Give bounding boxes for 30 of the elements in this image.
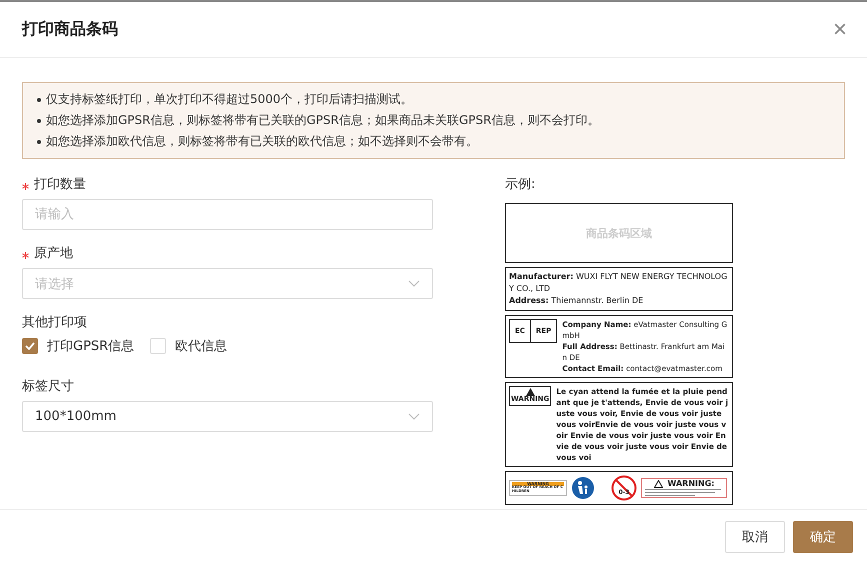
chevron-down-icon bbox=[408, 412, 420, 420]
bullet-icon bbox=[37, 98, 41, 102]
close-button[interactable]: × bbox=[828, 18, 851, 42]
quantity-input[interactable]: 请输入 bbox=[22, 199, 433, 230]
checkbox[interactable]: 打印GPSR信息 bbox=[22, 337, 134, 355]
select-field[interactable]: 100*100mm bbox=[22, 401, 433, 432]
sample-title: 示例: bbox=[505, 176, 536, 193]
confirm-button[interactable]: 确定 bbox=[793, 520, 853, 552]
checkmark-icon bbox=[25, 342, 35, 350]
required-asterisk-icon bbox=[22, 252, 29, 258]
dialog-title: 打印商品条码 bbox=[22, 19, 118, 40]
field-label: 打印数量 bbox=[34, 176, 86, 193]
notice-line: 如您选择添加欧代信息，则标签将带有已关联的欧代信息；如不选择则不会带有。 bbox=[46, 133, 478, 150]
warning-panel: WARNING: bbox=[641, 478, 727, 498]
field-label: 其他打印项 bbox=[22, 314, 87, 331]
checkbox-box[interactable] bbox=[22, 338, 38, 354]
field-label: 原产地 bbox=[34, 245, 73, 262]
bullet-icon bbox=[37, 118, 41, 122]
field-label: 标签尺寸 bbox=[22, 378, 74, 395]
label-line: Address: Thiemannstr. Berlin DE bbox=[509, 295, 644, 307]
notice-line: 如您选择添加GPSR信息，则标签将带有已关联的GPSR信息；如果商品未关联GPSR信息，则不会打印。 bbox=[46, 112, 600, 129]
bullet-icon bbox=[37, 140, 41, 144]
cancel-button[interactable]: 取消 bbox=[725, 520, 785, 552]
notice-line: 仅支持标签纸打印，单次打印不得超过5000个，打印后请扫描测试。 bbox=[46, 91, 413, 108]
warning-triangle-icon bbox=[654, 480, 663, 488]
chevron-down-icon bbox=[408, 280, 420, 288]
checkbox[interactable]: 欧代信息 bbox=[150, 337, 228, 355]
label-line: Manufacturer: WUXI FLYT NEW ENERGY TECHNOLOGY CO., LTD bbox=[509, 271, 728, 295]
required-asterisk-icon bbox=[22, 182, 29, 190]
text-lines-icon bbox=[645, 488, 723, 496]
